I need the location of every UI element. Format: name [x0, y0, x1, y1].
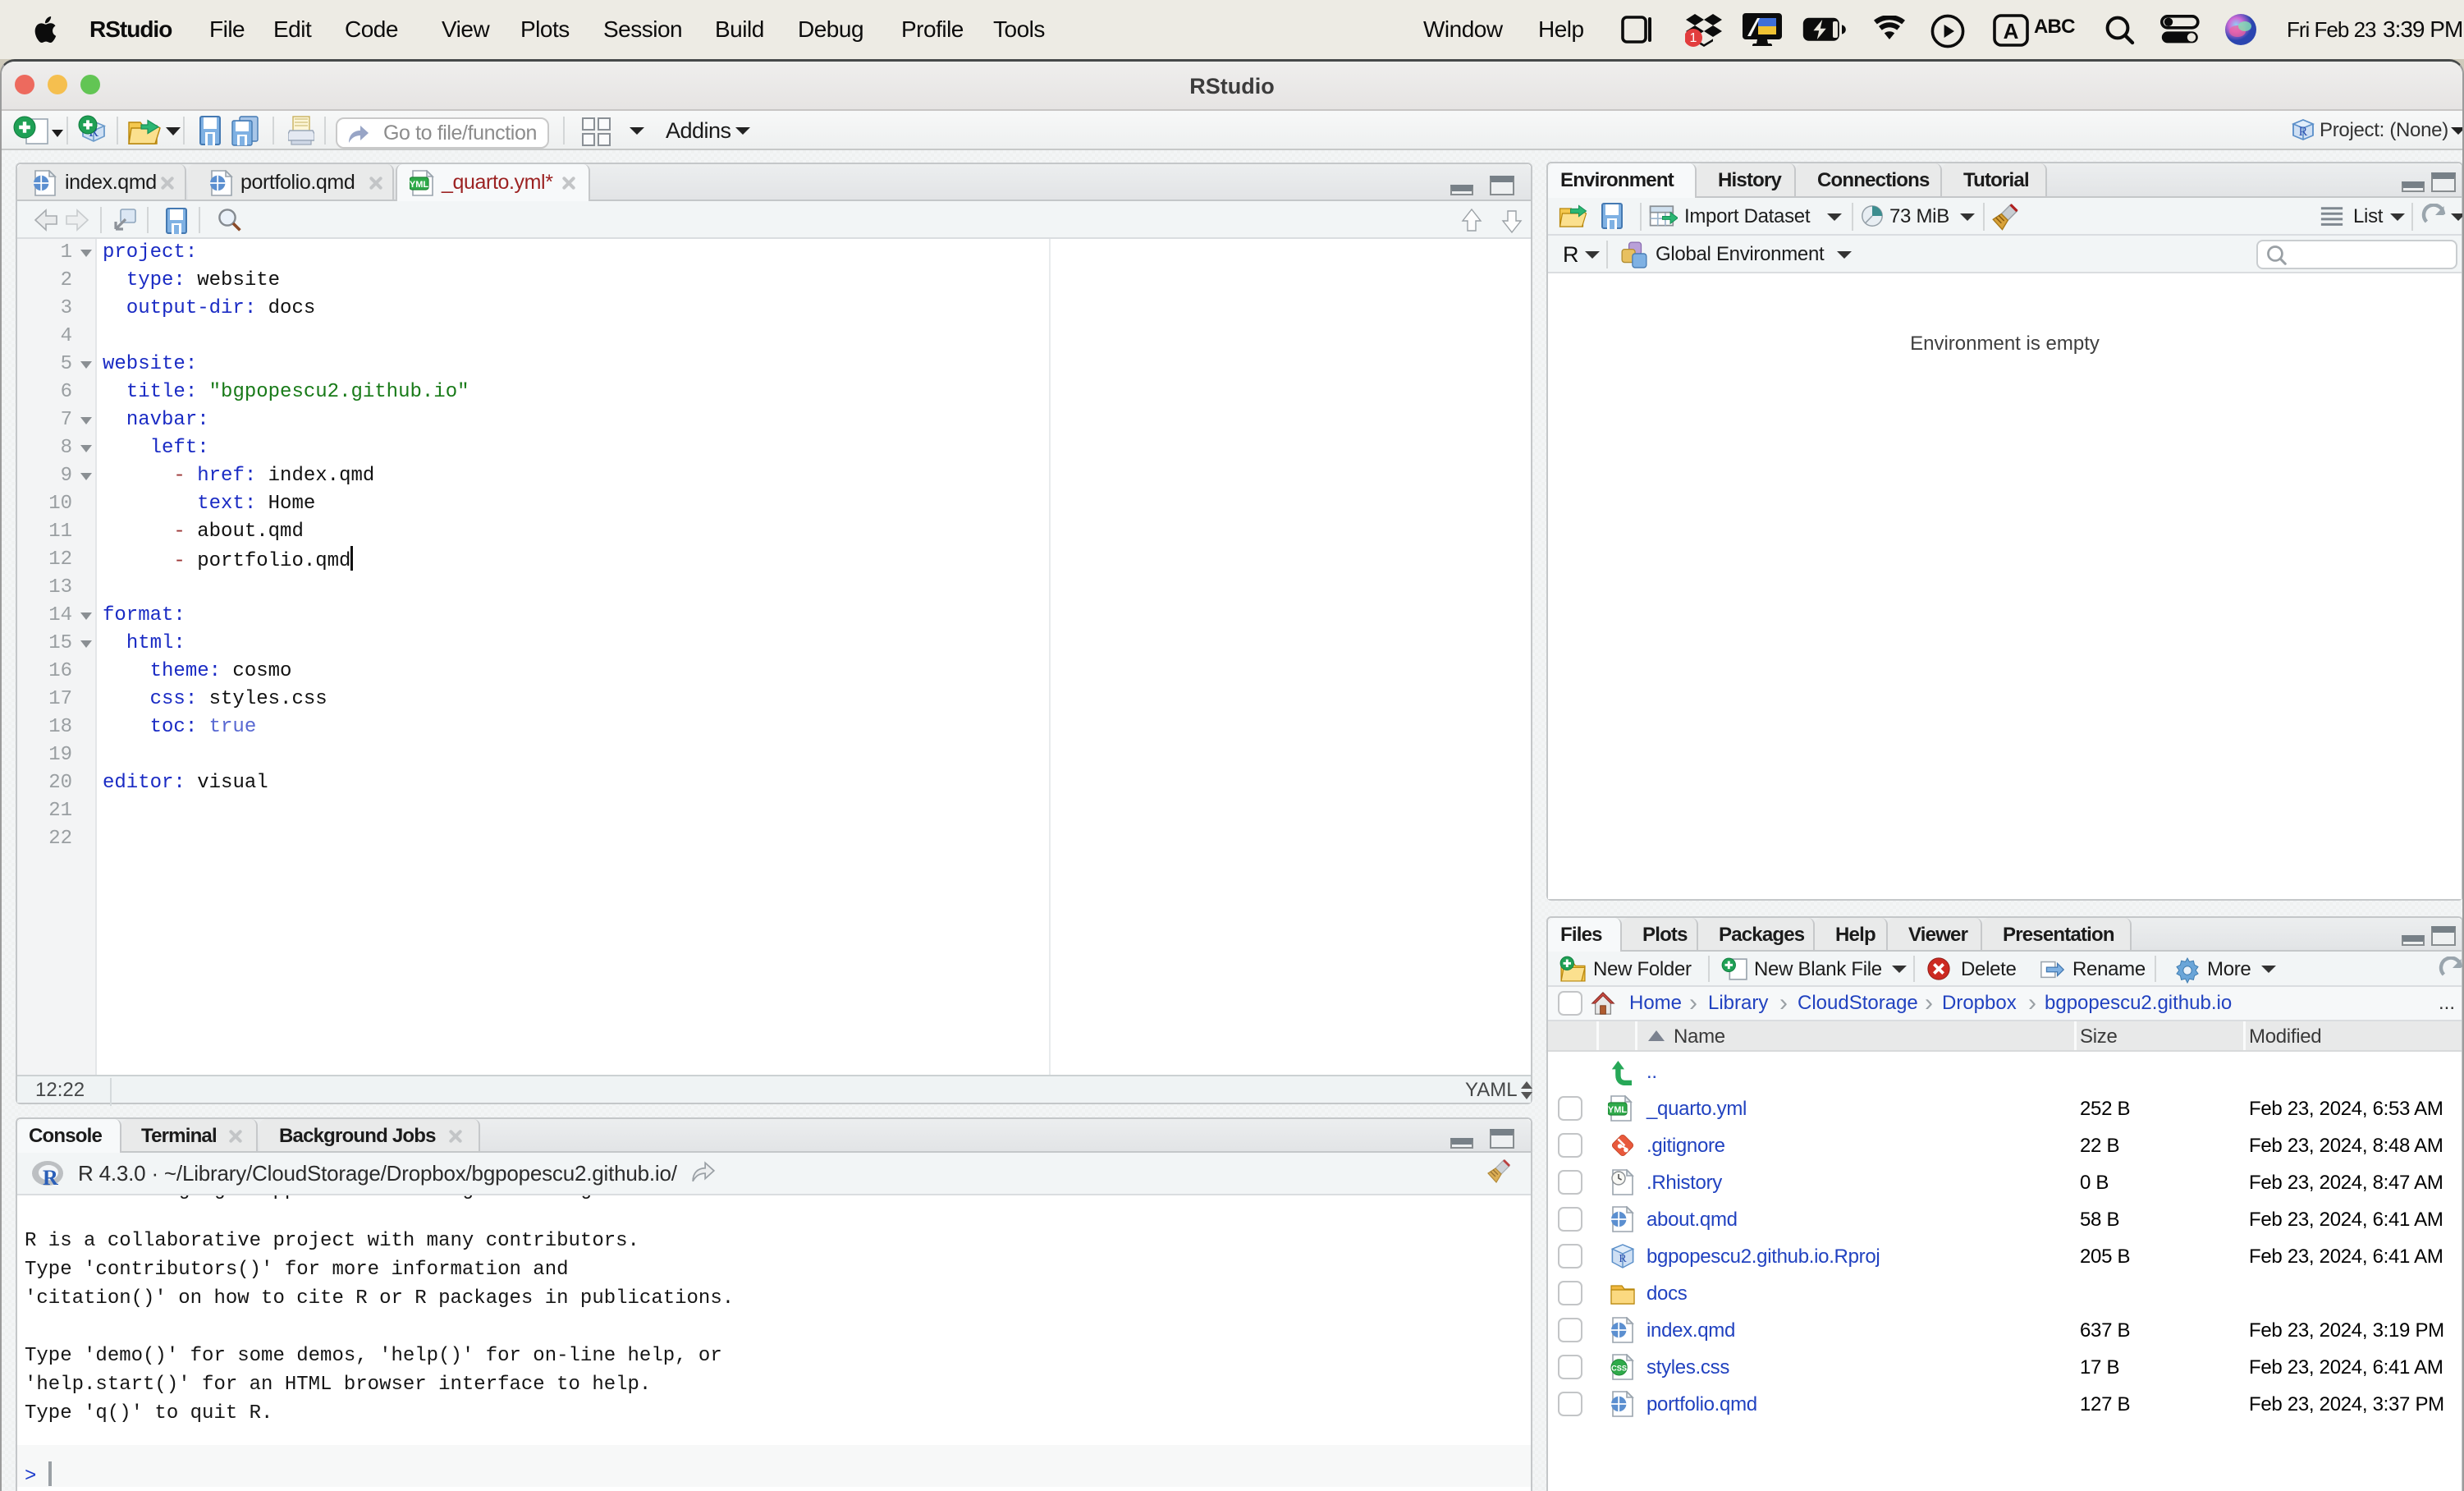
svg-text:R: R [2299, 125, 2308, 139]
svg-text:1: 1 [1690, 31, 1697, 45]
svg-text:A: A [2004, 19, 2019, 44]
